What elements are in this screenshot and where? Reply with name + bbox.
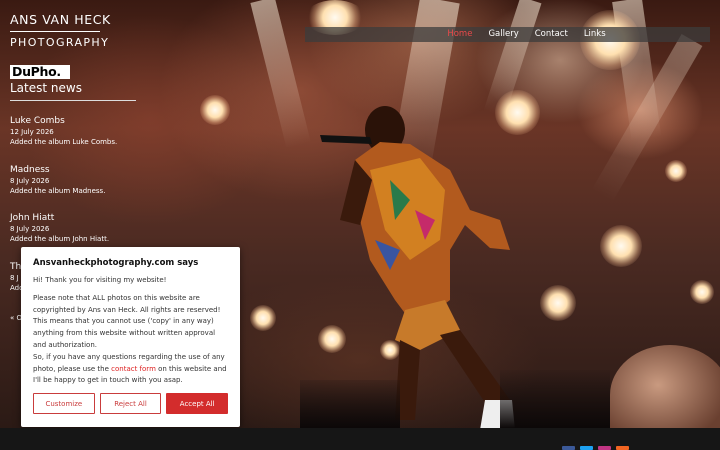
footer [0, 428, 720, 450]
dialog-body: Please note that ALL photos on this webs… [33, 293, 221, 349]
dialog-greeting: Hi! Thank you for visiting my website! [33, 276, 167, 284]
news-item[interactable]: Luke Combs 12 July 2026 Added the album … [10, 116, 150, 147]
main-nav: Home Gallery Contact Links [305, 27, 710, 42]
logo-divider [10, 31, 100, 32]
site-logo[interactable]: ANS VAN HECK PHOTOGRAPHY [10, 12, 111, 49]
news-item-date: 12 July 2026 [10, 128, 54, 136]
nav-links[interactable]: Links [584, 27, 606, 42]
nav-gallery[interactable]: Gallery [488, 27, 518, 42]
facebook-icon[interactable] [562, 446, 575, 450]
instagram-icon[interactable] [598, 446, 611, 450]
reject-all-button[interactable]: Reject All [99, 393, 162, 415]
news-item[interactable]: John Hiatt 8 July 2026 Added the album J… [10, 213, 150, 244]
dialog-title: Ansvanheckphotography.com says [33, 258, 199, 268]
copyright-dialog: Ansvanheckphotography.com says Hi! Thank… [21, 247, 240, 427]
news-heading: Latest news [10, 81, 82, 95]
dialog-buttons: Customize Reject All Accept All [33, 393, 229, 415]
news-item-summary: Added the album Madness. [10, 187, 106, 195]
dupho-badge[interactable]: DuPho. [10, 65, 70, 79]
dialog-questions: So, if you have any questions regarding … [33, 352, 228, 387]
twitter-icon[interactable] [580, 446, 593, 450]
news-item-date: 8 July 2026 [10, 225, 50, 233]
news-item-date: 8 July 2026 [10, 177, 50, 185]
contact-form-link[interactable]: contact form [111, 365, 156, 373]
news-item-summary: Added the album John Hiatt. [10, 235, 110, 243]
news-item-title[interactable]: Luke Combs [10, 116, 150, 127]
news-divider [10, 100, 136, 101]
logo-name: ANS VAN HECK [10, 12, 111, 27]
accept-all-button[interactable]: Accept All [166, 393, 229, 415]
rss-icon[interactable] [616, 446, 629, 450]
logo-tagline: PHOTOGRAPHY [10, 36, 110, 49]
nav-contact[interactable]: Contact [535, 27, 568, 42]
news-item-title[interactable]: John Hiatt [10, 213, 150, 224]
nav-home[interactable]: Home [447, 27, 472, 42]
customize-button[interactable]: Customize [33, 393, 95, 415]
news-item-title[interactable]: Madness [10, 165, 150, 176]
news-item-summary: Added the album Luke Combs. [10, 138, 118, 146]
news-item[interactable]: Madness 8 July 2026 Added the album Madn… [10, 165, 150, 196]
